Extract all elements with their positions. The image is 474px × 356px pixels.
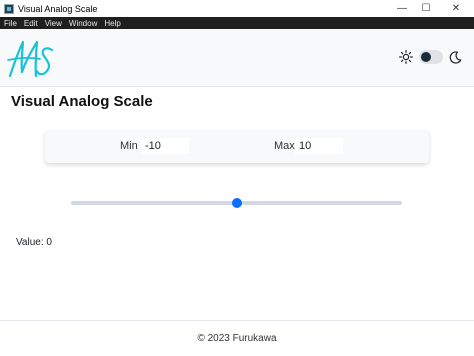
window-title: Visual Analog Scale [18, 3, 98, 14]
toggle-knob [421, 52, 431, 62]
logo[interactable] [6, 38, 56, 80]
page-title: Visual Analog Scale [11, 93, 153, 110]
range-card: Min Max [45, 130, 429, 163]
maximize-button[interactable]: ☐ [414, 0, 438, 17]
value-label: Value: [16, 237, 44, 248]
vas-slider-thumb[interactable] [231, 198, 242, 208]
value-readout: Value: 0 [16, 237, 52, 248]
menu-bar: File Edit View Window Help [0, 17, 474, 29]
menu-file[interactable]: File [4, 19, 17, 28]
min-input[interactable] [141, 138, 189, 154]
footer: © 2023 Furukawa [0, 320, 474, 356]
window-titlebar: Visual Analog Scale — ☐ ✕ [0, 0, 474, 17]
menu-help[interactable]: Help [104, 19, 120, 28]
close-button[interactable]: ✕ [438, 0, 474, 17]
moon-icon [449, 50, 462, 64]
app-header [0, 29, 474, 87]
sun-icon [399, 50, 413, 64]
max-input[interactable] [295, 138, 343, 154]
copyright-text: © 2023 Furukawa [197, 333, 277, 344]
theme-controls [399, 50, 462, 64]
menu-view[interactable]: View [45, 19, 62, 28]
theme-toggle[interactable] [419, 50, 443, 64]
app-icon [4, 3, 14, 14]
menu-edit[interactable]: Edit [24, 19, 38, 28]
menu-window[interactable]: Window [69, 19, 97, 28]
value-number: 0 [46, 237, 52, 248]
min-label: Min [120, 140, 138, 152]
window-controls: — ☐ ✕ [390, 0, 474, 17]
max-label: Max [274, 140, 295, 152]
minimize-button[interactable]: — [390, 0, 414, 17]
